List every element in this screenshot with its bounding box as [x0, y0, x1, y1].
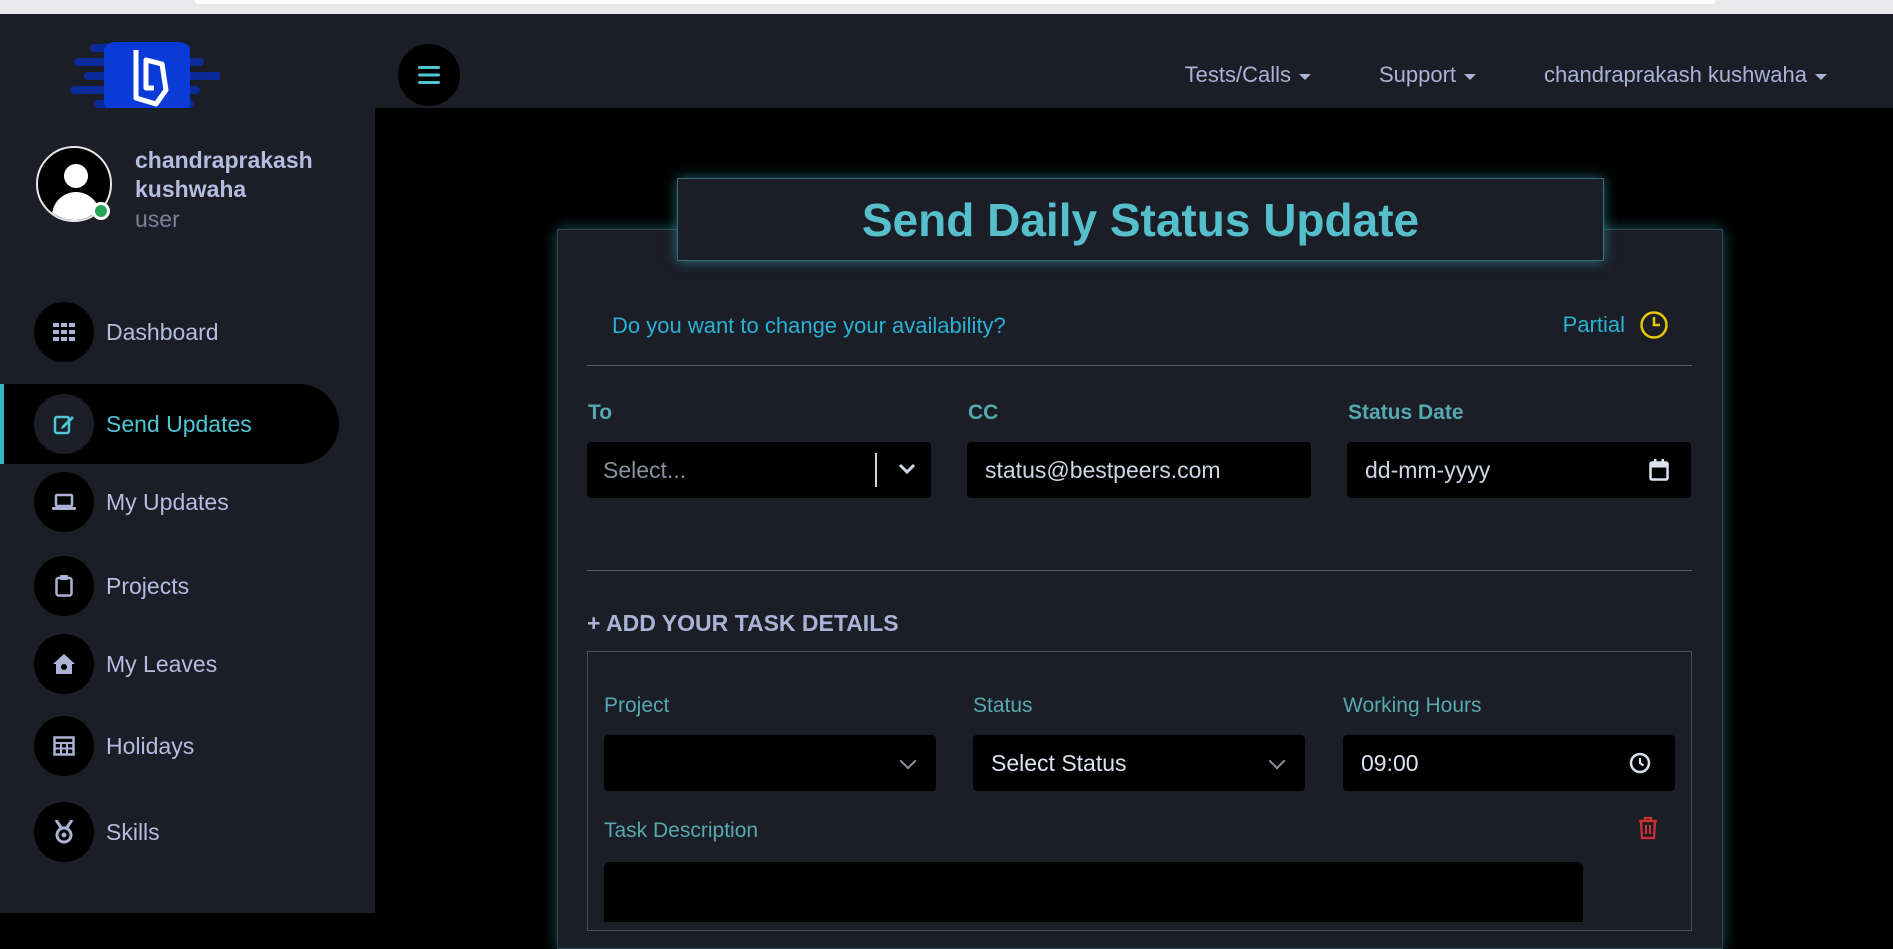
status-date-label: Status Date: [1348, 401, 1464, 424]
divider: [587, 570, 1692, 571]
sidebar-item-label: My Updates: [106, 488, 229, 515]
browser-top-strip: [0, 0, 1893, 14]
sidebar-item-label: Dashboard: [106, 318, 219, 345]
top-nav-menu: Tests/Calls Support chandraprakash kushw…: [1185, 62, 1827, 88]
sidebar-item-projects[interactable]: Projects: [0, 546, 339, 626]
cc-field[interactable]: status@bestpeers.com: [967, 442, 1311, 498]
browser-top-pill: [195, 0, 1715, 4]
chevron-down-icon: [898, 463, 916, 475]
profile-role: user: [135, 206, 180, 232]
home-icon: [34, 634, 94, 694]
sidebar-item-skills[interactable]: Skills: [0, 792, 339, 872]
sidebar-item-label: Holidays: [106, 732, 195, 759]
availability-value-label: Partial: [1562, 312, 1625, 337]
top-navbar: Tests/Calls Support chandraprakash kushw…: [0, 14, 1893, 112]
medal-icon: [34, 802, 94, 862]
status-select-value: Select Status: [991, 749, 1127, 776]
laptop-icon: [34, 472, 94, 532]
to-label: To: [588, 401, 613, 424]
clipboard-icon: [34, 556, 94, 616]
task-description-label: Task Description: [604, 819, 759, 842]
user-dropdown[interactable]: chandraprakash kushwaha: [1544, 62, 1827, 88]
profile-name: chandraprakash kushwaha: [135, 147, 313, 202]
logo-icon[interactable]: [70, 36, 220, 116]
sidebar-item-label: Send Updates: [106, 410, 252, 437]
caret-down-icon: [1464, 73, 1477, 80]
task-description-input[interactable]: [604, 862, 1583, 922]
status-label: Status: [973, 694, 1033, 717]
clock-icon: [1640, 311, 1668, 339]
status-date-field[interactable]: dd-mm-yyyy: [1347, 442, 1691, 498]
tests-calls-dropdown[interactable]: Tests/Calls: [1185, 62, 1311, 88]
edit-icon: [34, 394, 94, 454]
status-select[interactable]: Select Status: [973, 735, 1305, 791]
working-hours-value: 09:00: [1361, 749, 1419, 776]
hamburger-icon: [418, 66, 440, 84]
online-status-dot: [92, 202, 110, 220]
sidebar-toggle-button[interactable]: [398, 44, 460, 106]
page-title: Send Daily Status Update: [677, 178, 1604, 261]
main-content: Send Daily Status Update Do you want to …: [375, 108, 1893, 949]
trash-icon[interactable]: [1637, 816, 1659, 840]
clock-icon[interactable]: [1629, 752, 1651, 774]
table-icon: [34, 716, 94, 776]
sidebar-item-send-updates[interactable]: Send Updates: [0, 384, 339, 464]
working-hours-label: Working Hours: [1343, 694, 1482, 717]
support-dropdown[interactable]: Support: [1378, 62, 1477, 88]
working-hours-field[interactable]: 09:00: [1343, 735, 1675, 791]
divider: [587, 365, 1692, 366]
sidebar-item-label: Skills: [106, 818, 160, 845]
caret-down-icon: [1298, 73, 1311, 80]
sidebar-item-my-leaves[interactable]: My Leaves: [0, 624, 339, 704]
add-task-details-button[interactable]: + ADD YOUR TASK DETAILS: [587, 610, 899, 637]
chevron-down-icon: [1268, 752, 1286, 770]
status-date-placeholder: dd-mm-yyyy: [1365, 456, 1491, 483]
support-label: Support: [1378, 62, 1457, 87]
project-label: Project: [604, 694, 670, 717]
calendar-icon[interactable]: [1649, 459, 1669, 481]
select-separator: [875, 453, 877, 487]
to-select-placeholder: Select...: [603, 456, 687, 483]
caret-down-icon: [1815, 73, 1827, 80]
availability-question-link[interactable]: Do you want to change your availability?: [612, 313, 1006, 339]
grid-icon: [34, 302, 94, 362]
sidebar-item-label: Projects: [106, 572, 190, 599]
cc-label: CC: [968, 401, 999, 424]
sidebar-item-label: My Leaves: [106, 650, 218, 677]
project-select[interactable]: [604, 735, 936, 791]
user-menu-label: chandraprakash kushwaha: [1544, 62, 1807, 87]
sidebar: chandraprakash kushwaha user Dashboard S…: [0, 108, 375, 913]
sidebar-item-dashboard[interactable]: Dashboard: [0, 292, 339, 372]
chevron-down-icon: [899, 752, 917, 770]
sidebar-item-holidays[interactable]: Holidays: [0, 706, 339, 786]
to-select[interactable]: Select...: [587, 442, 931, 498]
sidebar-item-my-updates[interactable]: My Updates: [0, 462, 339, 542]
tests-calls-label: Tests/Calls: [1184, 62, 1291, 87]
availability-value[interactable]: Partial: [1563, 310, 1669, 340]
